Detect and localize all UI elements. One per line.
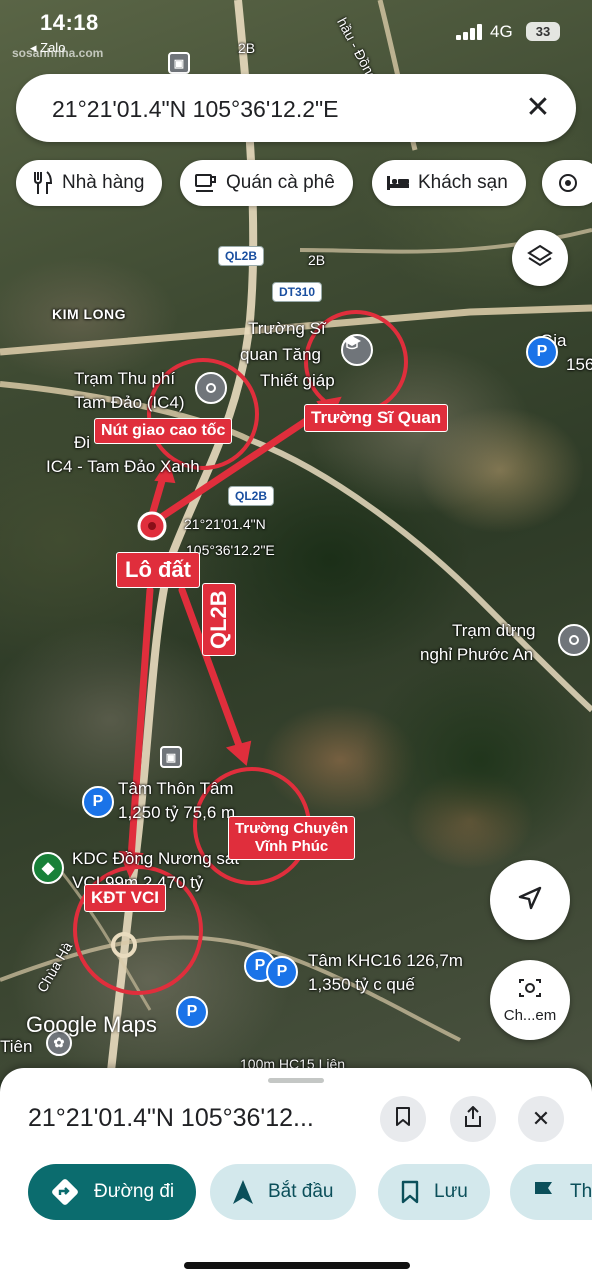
label-tram-dung-1: Trạm dừng [452, 621, 536, 640]
camera-search-button[interactable]: Ch...em [490, 960, 570, 1040]
save-action-button[interactable]: Lưu [378, 1164, 490, 1220]
bookmark-icon [400, 1180, 420, 1204]
label-tien: Tiên [0, 1037, 33, 1056]
search-box[interactable]: 21°21'01.4"N 105°36'12.2"E ✕ [16, 74, 576, 142]
label-ic4-1: Đi [74, 433, 91, 452]
chip-label: Khách sạn [418, 172, 508, 193]
flag-icon [532, 1180, 556, 1204]
label-gia-2: 156 [566, 355, 592, 374]
directions-icon [50, 1177, 80, 1207]
annotation-truong-chuyen-1: Trường Chuyên [235, 820, 349, 837]
camera-icon [517, 976, 543, 1005]
parking-pin-top[interactable]: P [526, 336, 558, 368]
annotation-lo-dat: Lô đất [116, 552, 200, 588]
label-ic4-2: IC4 - Tam Đảo Xanh [46, 457, 200, 476]
signal-icon [456, 24, 484, 40]
bus-stop-icon[interactable]: ▣ [160, 746, 182, 768]
close-icon[interactable]: ✕ [520, 90, 556, 126]
start-label: Bắt đầu [268, 1181, 334, 1202]
annotation-truong-chuyen-2: Vĩnh Phúc [254, 838, 329, 855]
directions-label: Đường đi [94, 1181, 175, 1202]
annotation-kdt-vci: KĐT VCI [84, 884, 166, 912]
road-shield-ql2b: QL2B [218, 246, 265, 266]
label-tram-dung-2: nghỉ Phước An [420, 645, 534, 664]
hotel-icon [386, 174, 410, 192]
label-tram-thu-phi-2: Tam Đảo (IC4) [74, 393, 185, 412]
label-truong-si-1: Trường Sĩ [248, 319, 326, 338]
search-query[interactable]: 21°21'01.4"N 105°36'12.2"E [52, 96, 339, 123]
chip-more[interactable] [542, 160, 592, 206]
label-tram-thu-phi-1: Trạm Thu phí [74, 369, 176, 388]
label-tam-thon-1: Tâm Thôn Tâm [118, 779, 234, 798]
label-kim-long: KIM LONG [52, 306, 126, 322]
chip-restaurants[interactable]: Nhà hàng [16, 160, 163, 206]
annotation-truong-si-quan: Trường Sĩ Quan [304, 404, 449, 432]
annotation-nut-giao: Nút giao cao tốc [94, 418, 233, 444]
network-type: 4G [490, 22, 513, 41]
layers-icon [527, 243, 553, 274]
parking-pin-1[interactable]: P [82, 786, 114, 818]
school-pin[interactable] [341, 334, 373, 366]
watermark: sosanhnha.com [12, 46, 104, 60]
parking-pin-4[interactable]: P [176, 996, 208, 1028]
google-maps-attribution: Google Maps [26, 1012, 157, 1037]
share-button[interactable] [450, 1096, 496, 1142]
coffee-icon [194, 172, 218, 194]
road-shield-ql2b-mid: QL2B [228, 486, 275, 506]
bookmark-icon [395, 1106, 411, 1132]
save-button[interactable] [380, 1096, 426, 1142]
layers-button[interactable] [512, 230, 568, 286]
sheet-title: 21°21'01.4"N 105°36'12... [28, 1104, 314, 1132]
navigation-icon [232, 1179, 254, 1205]
label-khc16-1: Tâm KHC16 126,7m [308, 951, 463, 970]
parking-pin-3[interactable]: P [266, 956, 298, 988]
label-coord-1: 21°21'01.4"N [184, 516, 266, 532]
sheet-handle[interactable] [268, 1078, 324, 1083]
flag-label: Th [570, 1181, 592, 1202]
save-label: Lưu [434, 1181, 468, 1202]
status-time: 14:18 [40, 10, 99, 35]
rest-stop-pin[interactable] [558, 624, 590, 656]
road-label-2b-2: 2B [308, 252, 326, 268]
close-icon: ✕ [531, 1106, 551, 1131]
label-kdc-1: KDC Đồng Nương sát [72, 849, 240, 868]
label-truong-si-3: Thiết giáp [260, 371, 335, 390]
place-sheet[interactable]: 21°21'01.4"N 105°36'12... ✕ Đường đi Bắt… [0, 1068, 592, 1280]
road-shield-dt310: DT310 [272, 282, 323, 302]
camera-label: Ch...em [503, 1007, 557, 1024]
home-indicator[interactable] [184, 1262, 410, 1269]
chip-label: Nhà hàng [62, 172, 145, 193]
place-pin-green[interactable]: ◆ [32, 852, 64, 884]
flag-button[interactable]: Th [510, 1164, 592, 1220]
battery-icon: 33 [526, 22, 560, 41]
annotation-ql2b: QL2B [202, 583, 236, 656]
chip-label: Quán cà phê [226, 172, 335, 193]
start-button[interactable]: Bắt đầu [210, 1164, 356, 1220]
directions-button[interactable]: Đường đi [28, 1164, 197, 1220]
share-icon [463, 1105, 483, 1133]
navigate-button[interactable] [490, 860, 570, 940]
status-bar: 14:18 ◂ Zalo sosanhnha.com 4G 33 [0, 0, 592, 64]
navigation-arrow-icon [516, 884, 544, 917]
label-truong-si-2: quan Tăng [240, 345, 321, 364]
label-tam-thon-2: 1,250 tỷ 75,6 m [118, 803, 236, 822]
chip-hotels[interactable]: Khách sạn [372, 160, 526, 206]
attractions-icon [556, 172, 580, 194]
toll-pin[interactable] [195, 372, 227, 404]
restaurant-icon [30, 171, 54, 195]
close-sheet-button[interactable]: ✕ [518, 1096, 564, 1142]
label-khc16-2: 1,350 tỷ c quế [308, 975, 415, 994]
annotation-truong-chuyen: Trường Chuyên Vĩnh Phúc [228, 816, 356, 860]
chip-coffee[interactable]: Quán cà phê [180, 160, 353, 206]
